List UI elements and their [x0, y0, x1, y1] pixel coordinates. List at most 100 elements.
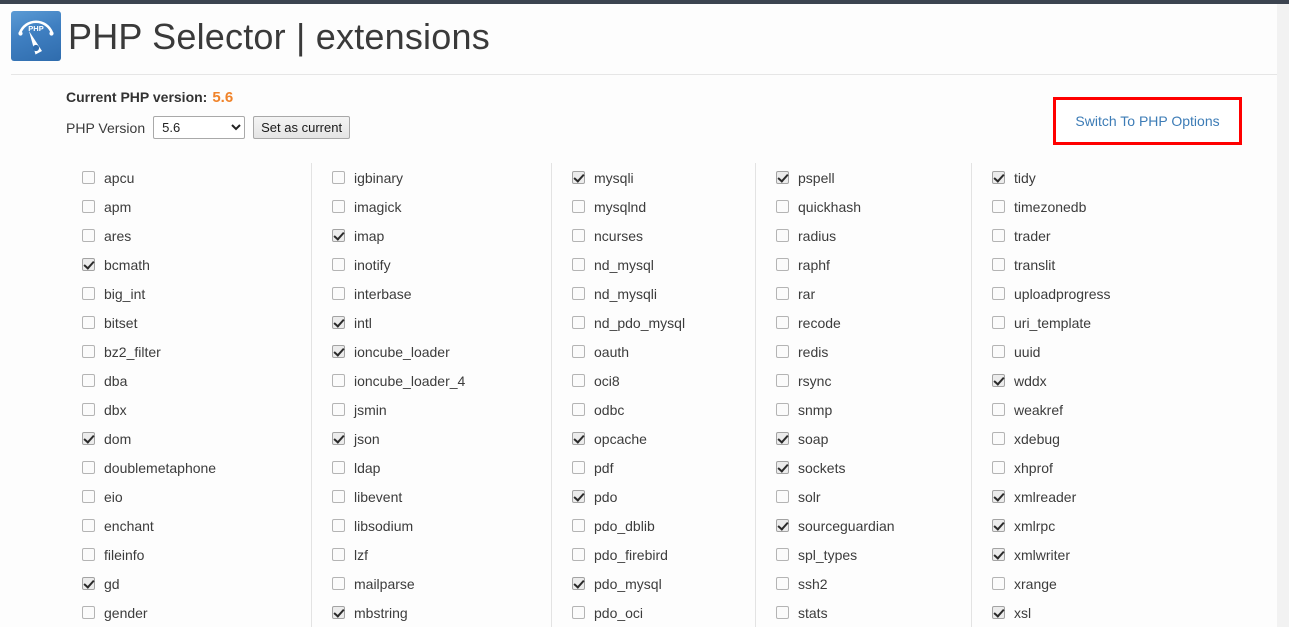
extension-item[interactable]: nd_mysql [552, 250, 755, 279]
extension-checkbox-nd_pdo_mysql[interactable] [572, 316, 585, 329]
extension-item[interactable]: doublemetaphone [66, 453, 311, 482]
extension-item[interactable]: stats [756, 598, 971, 627]
extension-checkbox-libsodium[interactable] [332, 519, 345, 532]
extension-item[interactable]: solr [756, 482, 971, 511]
extension-item[interactable]: xmlreader [972, 482, 1255, 511]
extension-checkbox-dom[interactable] [82, 432, 95, 445]
extension-checkbox-ioncube_loader_4[interactable] [332, 374, 345, 387]
extension-checkbox-fileinfo[interactable] [82, 548, 95, 561]
extension-checkbox-xrange[interactable] [992, 577, 1005, 590]
extension-item[interactable]: xrange [972, 569, 1255, 598]
extension-checkbox-pdo_firebird[interactable] [572, 548, 585, 561]
extension-item[interactable]: trader [972, 221, 1255, 250]
extension-checkbox-xhprof[interactable] [992, 461, 1005, 474]
extension-checkbox-mysqli[interactable] [572, 171, 585, 184]
extension-item[interactable]: ldap [312, 453, 551, 482]
extension-item[interactable]: mbstring [312, 598, 551, 627]
extension-checkbox-oci8[interactable] [572, 374, 585, 387]
extension-item[interactable]: fileinfo [66, 540, 311, 569]
extension-item[interactable]: spl_types [756, 540, 971, 569]
extension-checkbox-redis[interactable] [776, 345, 789, 358]
extension-item[interactable]: libevent [312, 482, 551, 511]
extension-checkbox-bcmath[interactable] [82, 258, 95, 271]
extension-checkbox-timezonedb[interactable] [992, 200, 1005, 213]
extension-item[interactable]: oci8 [552, 366, 755, 395]
extension-checkbox-libevent[interactable] [332, 490, 345, 503]
extension-checkbox-bitset[interactable] [82, 316, 95, 329]
extension-checkbox-ssh2[interactable] [776, 577, 789, 590]
extension-checkbox-pdo_dblib[interactable] [572, 519, 585, 532]
extension-checkbox-big_int[interactable] [82, 287, 95, 300]
extension-item[interactable]: pdo [552, 482, 755, 511]
extension-item[interactable]: wddx [972, 366, 1255, 395]
extension-checkbox-pdo_oci[interactable] [572, 606, 585, 619]
extension-item[interactable]: rsync [756, 366, 971, 395]
extension-checkbox-doublemetaphone[interactable] [82, 461, 95, 474]
extension-checkbox-intl[interactable] [332, 316, 345, 329]
extension-item[interactable]: jsmin [312, 395, 551, 424]
extension-item[interactable]: quickhash [756, 192, 971, 221]
set-as-current-button[interactable]: Set as current [253, 116, 351, 139]
extension-item[interactable]: libsodium [312, 511, 551, 540]
extension-checkbox-uri_template[interactable] [992, 316, 1005, 329]
extension-checkbox-ldap[interactable] [332, 461, 345, 474]
extension-item[interactable]: mysqli [552, 163, 755, 192]
extension-item[interactable]: json [312, 424, 551, 453]
extension-checkbox-dba[interactable] [82, 374, 95, 387]
extension-checkbox-radius[interactable] [776, 229, 789, 242]
extension-item[interactable]: snmp [756, 395, 971, 424]
extension-checkbox-nd_mysql[interactable] [572, 258, 585, 271]
extension-item[interactable]: xdebug [972, 424, 1255, 453]
extension-item[interactable]: ioncube_loader [312, 337, 551, 366]
extension-item[interactable]: eio [66, 482, 311, 511]
extension-checkbox-spl_types[interactable] [776, 548, 789, 561]
extension-checkbox-pdo_mysql[interactable] [572, 577, 585, 590]
extension-item[interactable]: bcmath [66, 250, 311, 279]
extension-checkbox-quickhash[interactable] [776, 200, 789, 213]
extension-item[interactable]: ioncube_loader_4 [312, 366, 551, 395]
extension-checkbox-ioncube_loader[interactable] [332, 345, 345, 358]
extension-checkbox-recode[interactable] [776, 316, 789, 329]
extension-checkbox-nd_mysqli[interactable] [572, 287, 585, 300]
extension-item[interactable]: tidy [972, 163, 1255, 192]
extension-checkbox-wddx[interactable] [992, 374, 1005, 387]
extension-item[interactable]: dba [66, 366, 311, 395]
extension-item[interactable]: lzf [312, 540, 551, 569]
extension-item[interactable]: soap [756, 424, 971, 453]
extension-checkbox-gender[interactable] [82, 606, 95, 619]
extension-item[interactable]: xmlwriter [972, 540, 1255, 569]
extension-item[interactable]: ncurses [552, 221, 755, 250]
extension-checkbox-rar[interactable] [776, 287, 789, 300]
extension-checkbox-enchant[interactable] [82, 519, 95, 532]
extension-checkbox-xmlrpc[interactable] [992, 519, 1005, 532]
extension-checkbox-pdf[interactable] [572, 461, 585, 474]
extension-item[interactable]: radius [756, 221, 971, 250]
extension-item[interactable]: pdo_dblib [552, 511, 755, 540]
extension-item[interactable]: mailparse [312, 569, 551, 598]
extension-item[interactable]: timezonedb [972, 192, 1255, 221]
extension-item[interactable]: pdo_firebird [552, 540, 755, 569]
extension-checkbox-rsync[interactable] [776, 374, 789, 387]
extension-checkbox-soap[interactable] [776, 432, 789, 445]
extension-checkbox-eio[interactable] [82, 490, 95, 503]
extension-checkbox-raphf[interactable] [776, 258, 789, 271]
extension-checkbox-uuid[interactable] [992, 345, 1005, 358]
extension-item[interactable]: pdf [552, 453, 755, 482]
extension-item[interactable]: pdo_oci [552, 598, 755, 627]
extension-checkbox-weakref[interactable] [992, 403, 1005, 416]
extension-item[interactable]: translit [972, 250, 1255, 279]
extension-item[interactable]: bz2_filter [66, 337, 311, 366]
extension-item[interactable]: imap [312, 221, 551, 250]
extension-checkbox-xdebug[interactable] [992, 432, 1005, 445]
extension-item[interactable]: dbx [66, 395, 311, 424]
extension-item[interactable]: dom [66, 424, 311, 453]
extension-item[interactable]: uuid [972, 337, 1255, 366]
extension-checkbox-ncurses[interactable] [572, 229, 585, 242]
extension-item[interactable]: igbinary [312, 163, 551, 192]
extension-item[interactable]: bitset [66, 308, 311, 337]
extension-checkbox-imagick[interactable] [332, 200, 345, 213]
extension-checkbox-imap[interactable] [332, 229, 345, 242]
extension-checkbox-uploadprogress[interactable] [992, 287, 1005, 300]
extension-item[interactable]: xmlrpc [972, 511, 1255, 540]
extension-checkbox-oauth[interactable] [572, 345, 585, 358]
